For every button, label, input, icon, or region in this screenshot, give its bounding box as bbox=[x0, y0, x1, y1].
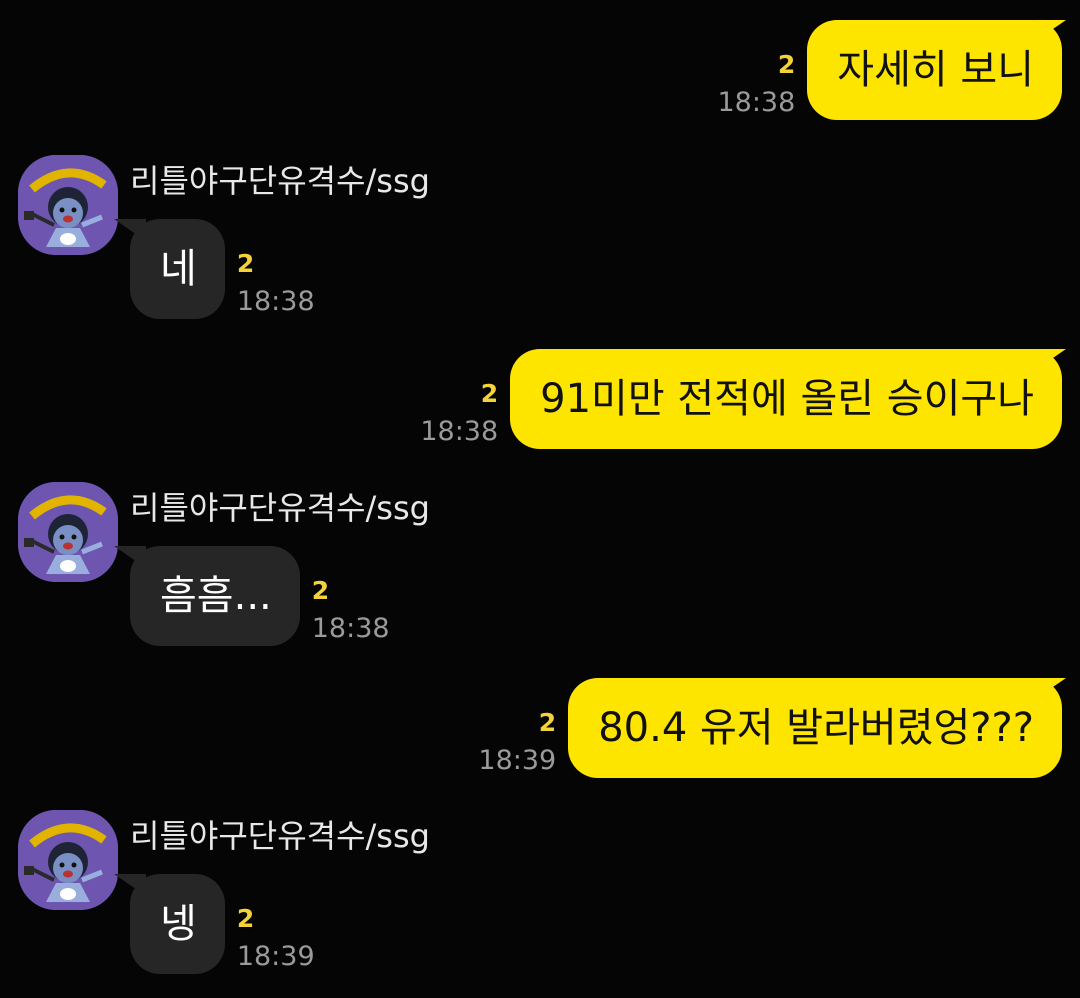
message-meta: 2 18:38 bbox=[717, 50, 795, 118]
message-bubble[interactable]: 80.4 유저 발라버렸엉??? bbox=[568, 678, 1062, 778]
unread-count: 2 bbox=[236, 249, 255, 278]
message-time: 18:39 bbox=[478, 745, 557, 776]
avatar[interactable] bbox=[18, 810, 118, 910]
sender-name[interactable]: 리틀야구단유격수/ssg bbox=[130, 161, 430, 201]
friday-character-icon bbox=[18, 155, 118, 255]
message-time: 18:39 bbox=[236, 941, 315, 972]
friday-character-icon bbox=[18, 810, 118, 910]
message-time: 18:38 bbox=[311, 613, 390, 644]
message-bubble[interactable]: 흠흠... bbox=[130, 546, 300, 646]
outgoing-message: 2 18:38 91미만 전적에 올린 승이구나 bbox=[420, 349, 1062, 449]
avatar[interactable] bbox=[18, 482, 118, 582]
message-row: 넹 2 18:39 bbox=[130, 874, 315, 974]
message-time: 18:38 bbox=[236, 286, 315, 317]
message-bubble[interactable]: 넹 bbox=[130, 874, 225, 974]
message-meta: 2 18:38 bbox=[312, 576, 390, 644]
unread-count: 2 bbox=[538, 708, 557, 737]
message-time: 18:38 bbox=[717, 87, 796, 118]
outgoing-message: 2 18:39 80.4 유저 발라버렸엉??? bbox=[478, 678, 1062, 778]
message-meta: 2 18:38 bbox=[237, 249, 315, 317]
outgoing-message: 2 18:38 자세히 보니 bbox=[717, 20, 1062, 120]
message-bubble[interactable]: 네 bbox=[130, 219, 225, 319]
message-bubble[interactable]: 91미만 전적에 올린 승이구나 bbox=[510, 349, 1062, 449]
unread-count: 2 bbox=[236, 904, 255, 933]
message-time: 18:38 bbox=[420, 416, 499, 447]
message-meta: 2 18:39 bbox=[237, 904, 315, 972]
unread-count: 2 bbox=[480, 379, 499, 408]
message-row: 흠흠... 2 18:38 bbox=[130, 546, 390, 646]
sender-name[interactable]: 리틀야구단유격수/ssg bbox=[130, 816, 430, 856]
message-meta: 2 18:39 bbox=[478, 708, 556, 776]
friday-character-icon bbox=[18, 482, 118, 582]
message-meta: 2 18:38 bbox=[420, 379, 498, 447]
unread-count: 2 bbox=[777, 50, 796, 79]
sender-name[interactable]: 리틀야구단유격수/ssg bbox=[130, 488, 430, 528]
message-bubble[interactable]: 자세히 보니 bbox=[807, 20, 1062, 120]
avatar[interactable] bbox=[18, 155, 118, 255]
chat-message-list[interactable]: 2 18:38 자세히 보니 리틀야구단유격수/ssg 네 2 18:38 2 … bbox=[0, 0, 1080, 998]
unread-count: 2 bbox=[311, 576, 330, 605]
message-row: 네 2 18:38 bbox=[130, 219, 315, 319]
